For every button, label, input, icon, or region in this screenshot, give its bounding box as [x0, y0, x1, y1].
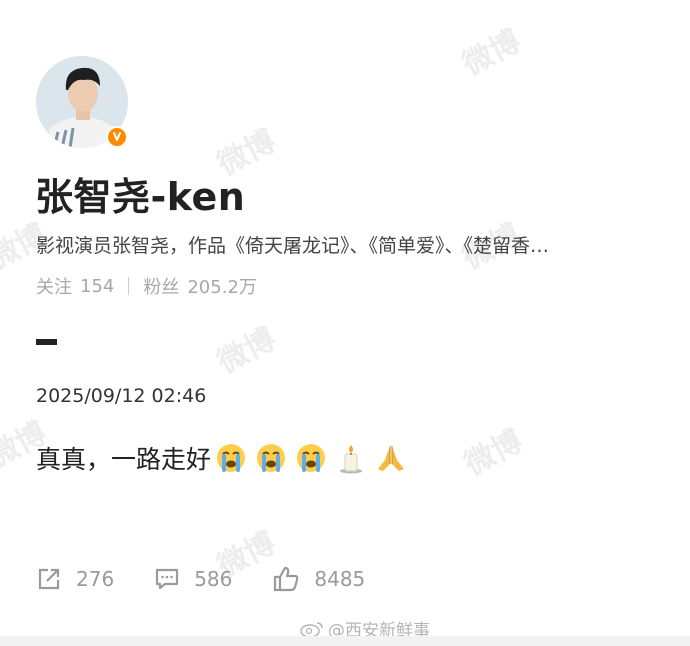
post-text: 真真，一路走好 [36, 445, 212, 474]
following-count[interactable]: 154 [80, 276, 114, 297]
profile-bio: 影视演员张智尧，作品《倚天屠龙记》、《简单爱》、《楚留香… [36, 235, 550, 257]
repost-icon [38, 568, 60, 590]
post-actions: 276 586 8485 [36, 566, 405, 592]
comment-count: 586 [194, 567, 233, 591]
folded-hands-icon [378, 446, 405, 471]
comment-button[interactable]: 586 [154, 566, 232, 592]
fans-count[interactable]: 205.2万 [187, 273, 257, 299]
following-label[interactable]: 关注 [36, 273, 72, 299]
watermark: 微博 [211, 321, 282, 381]
profile-stats: 关注 154 粉丝 205.2万 [36, 273, 257, 299]
watermark: 微博 [456, 23, 527, 83]
comment-icon [156, 568, 179, 590]
repost-count: 276 [76, 567, 115, 591]
verified-badge-icon [106, 126, 128, 148]
like-count: 8485 [314, 567, 366, 591]
weibo-logo-icon [300, 621, 323, 638]
profile-name[interactable]: 张智尧-ken [35, 166, 245, 221]
candle-icon [340, 445, 363, 474]
crying-face-icon [297, 444, 326, 472]
fans-label[interactable]: 粉丝 [143, 273, 179, 299]
post-timestamp: 2025/09/12 02:46 [36, 385, 207, 407]
like-button[interactable]: 8485 [272, 566, 365, 592]
stats-divider [128, 277, 130, 295]
post-content: 真真，一路走好 [36, 440, 415, 476]
repost-button[interactable]: 276 [36, 566, 114, 592]
crying-face-icon [217, 444, 246, 472]
watermark: 微博 [458, 423, 529, 483]
crying-face-icon [257, 444, 286, 472]
bottom-bar [0, 636, 690, 646]
divider-dash [36, 339, 57, 345]
thumbs-up-icon [274, 566, 299, 592]
